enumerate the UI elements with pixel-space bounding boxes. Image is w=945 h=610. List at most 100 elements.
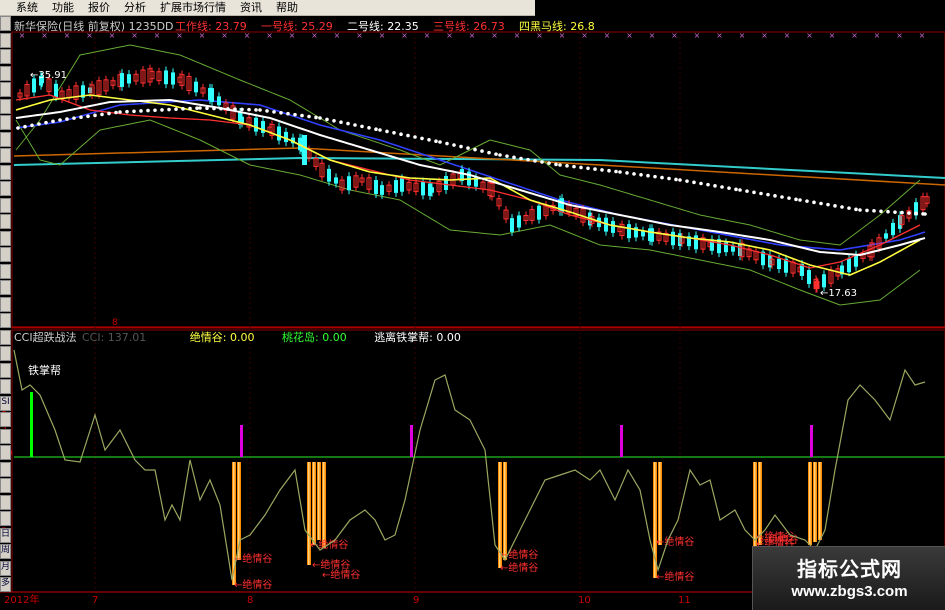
marker-x: × [716, 31, 723, 40]
time-axis-label-4: 10 [578, 595, 591, 606]
marker-x: × [626, 31, 633, 40]
side-tab-11[interactable] [0, 197, 11, 213]
dot [293, 112, 297, 117]
side-tab-33[interactable]: 月 [0, 560, 11, 576]
side-tab-14[interactable] [0, 247, 11, 262]
watermark-url: www.zbgs3.com [791, 583, 908, 600]
menu-bar: 系统 功能 报价 分析 扩展市场行情 资讯 帮助 [0, 0, 535, 16]
red-8-mark: 8 [112, 318, 118, 328]
dot [438, 140, 442, 144]
dot [653, 174, 657, 179]
marker-x: × [604, 31, 611, 40]
big-down-candle [302, 135, 307, 165]
side-tab-6[interactable] [0, 115, 11, 130]
side-tab-3[interactable] [0, 65, 11, 81]
side-tab-30[interactable] [0, 511, 11, 526]
dot [840, 205, 844, 209]
side-tab-31[interactable]: 日 [0, 527, 11, 543]
dot [339, 120, 343, 124]
side-tab-1[interactable] [0, 32, 11, 48]
jueqinggu-bar-highlight [814, 462, 816, 542]
dot [706, 182, 710, 187]
side-tab-10[interactable] [0, 181, 11, 196]
dot [160, 108, 164, 112]
side-tab-16[interactable] [0, 280, 11, 295]
dot [167, 107, 171, 112]
side-tab-23[interactable]: SI [0, 395, 11, 411]
marker-x: × [649, 31, 656, 40]
magenta-signal-bar [810, 425, 813, 457]
dot [858, 208, 862, 212]
side-tab-4[interactable] [0, 82, 11, 97]
jueqinggu-label: ←绝情谷 [656, 570, 694, 583]
dot [660, 175, 664, 180]
side-tab-13[interactable] [0, 230, 11, 246]
magenta-signal-bar [240, 425, 243, 457]
side-tab-34[interactable]: 多 [0, 577, 11, 592]
menu-item-function[interactable]: 功能 [52, 0, 74, 15]
side-tab-15[interactable] [0, 263, 11, 279]
side-tab-19[interactable] [0, 329, 11, 345]
cci-indicator-3: 逃离铁掌帮: 0.00 [374, 330, 461, 344]
menu-item-news[interactable]: 资讯 [240, 0, 262, 15]
side-tab-20[interactable] [0, 346, 11, 361]
dot [794, 197, 798, 202]
dot [819, 201, 823, 206]
candle-body [884, 233, 888, 239]
menu-item-help[interactable]: 帮助 [276, 0, 298, 15]
menu-item-extended-market[interactable]: 扩展市场行情 [160, 0, 226, 15]
candle-body [374, 180, 378, 194]
side-tab-5[interactable] [0, 98, 11, 114]
menu-item-system[interactable]: 系统 [16, 0, 38, 15]
dot [286, 111, 290, 116]
candle-body [807, 270, 811, 284]
indicator-4: 四黑马线: 26.8 [519, 19, 595, 33]
side-tab-26[interactable] [0, 445, 11, 460]
dot [114, 110, 118, 115]
side-tab-22[interactable] [0, 379, 11, 394]
dot [487, 150, 491, 155]
menu-item-analysis[interactable]: 分析 [124, 0, 146, 15]
candle-body [217, 96, 221, 106]
side-tab-28[interactable] [0, 478, 11, 493]
candle-body [120, 73, 124, 87]
dot [854, 207, 858, 212]
side-tab-2[interactable] [0, 49, 11, 64]
dot [420, 136, 424, 141]
cci-indicator-0: CCI: 137.01 [82, 331, 146, 344]
side-tab-17[interactable] [0, 296, 11, 312]
side-tab-25[interactable] [0, 428, 11, 444]
dot [466, 146, 470, 150]
dot [900, 210, 904, 215]
dot [233, 107, 237, 111]
candle-body [847, 258, 851, 273]
jueqinggu-bar-highlight [819, 462, 821, 540]
side-tab-32[interactable]: 周 [0, 544, 11, 559]
cci-indicator-1: 绝情谷: 0.00 [190, 330, 255, 344]
side-tab-8[interactable] [0, 148, 11, 163]
candle-body [517, 215, 521, 228]
indicator-2: 二号线: 22.35 [347, 19, 419, 33]
side-tab-27[interactable] [0, 461, 11, 477]
side-tab-9[interactable] [0, 164, 11, 180]
high-price-marker: ←35.91 [30, 70, 67, 81]
dot [125, 109, 129, 114]
dot [759, 191, 763, 196]
side-tab-12[interactable] [0, 214, 11, 229]
jueqinggu-bar-highlight [323, 462, 325, 548]
side-tab-0[interactable] [0, 16, 11, 31]
dot [459, 144, 463, 149]
side-tab-18[interactable] [0, 313, 11, 328]
candle-body [194, 81, 198, 93]
watermark-badge: 指标公式网 www.zbgs3.com [752, 546, 945, 610]
indicator-3: 三号线: 26.73 [433, 19, 505, 33]
marker-x: × [874, 31, 881, 40]
side-tab-21[interactable] [0, 362, 11, 378]
side-tab-7[interactable] [0, 131, 11, 147]
dot [593, 167, 597, 171]
dot [639, 173, 643, 177]
menu-item-quote[interactable]: 报价 [88, 0, 110, 15]
side-tab-29[interactable] [0, 494, 11, 510]
side-tab-24[interactable] [0, 412, 11, 427]
chart-canvas[interactable]: × × × × × × × × × × × × × × × × × × × × × × × × × × × × × × × × × × × × × × × ×… [0, 0, 945, 609]
